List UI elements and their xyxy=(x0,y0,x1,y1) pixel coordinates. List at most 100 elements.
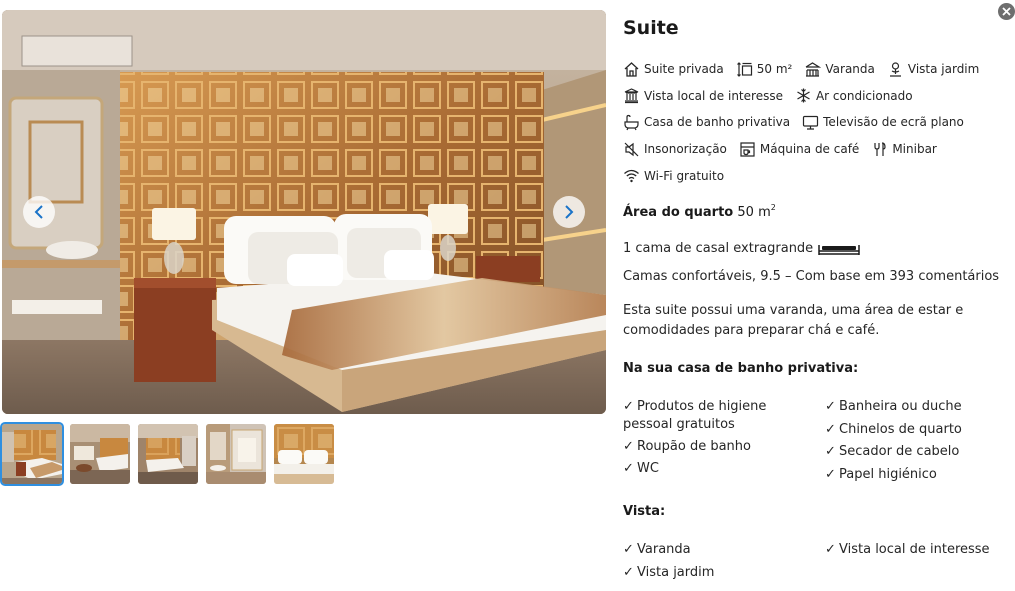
check-icon: ✓ xyxy=(623,461,634,476)
thumbnail-1[interactable] xyxy=(0,422,64,486)
bedroom-photo xyxy=(2,10,606,414)
bed-label: 1 cama de casal extragrande xyxy=(623,241,814,256)
facilities-row: Insonorização Máquina de café Minibar xyxy=(623,136,1003,163)
facility-item: Suite privada xyxy=(623,61,724,78)
bed-comfort-rating: Camas confortáveis, 9.5 – Com base em 39… xyxy=(623,269,1000,284)
check-icon: ✓ xyxy=(825,467,836,482)
size-icon xyxy=(736,61,752,77)
facility-label: Varanda xyxy=(825,62,875,77)
facility-item: Varanda xyxy=(804,61,875,78)
tv-icon xyxy=(803,115,819,130)
facility-item: Insonorização xyxy=(623,141,727,158)
landmark-icon xyxy=(624,88,639,104)
next-photo-button[interactable] xyxy=(553,196,585,228)
view-item-label: Vista local de interesse xyxy=(839,542,990,557)
check-icon: ✓ xyxy=(623,542,634,557)
facility-label: Minibar xyxy=(892,142,937,157)
house-icon xyxy=(624,61,639,77)
facility-label: Televisão de ecrã plano xyxy=(823,115,964,130)
facility-item: Ar condicionado xyxy=(795,87,913,104)
thumbnail-strip xyxy=(0,422,334,486)
chevron-right-icon xyxy=(565,205,574,219)
minibar-icon xyxy=(874,141,886,156)
double-bed-icon xyxy=(818,244,860,255)
thumbnail-wide-room-image xyxy=(138,424,198,484)
thumbnail-room-overview-image xyxy=(70,424,130,484)
thumbnail-3[interactable] xyxy=(138,424,198,484)
check-icon: ✓ xyxy=(623,565,634,580)
bed-info: 1 cama de casal extragrande xyxy=(623,241,860,256)
room-area-value: 50 m xyxy=(737,205,771,220)
main-room-photo[interactable] xyxy=(2,10,606,414)
room-description: Esta suite possui uma varanda, uma área … xyxy=(623,303,964,338)
bathroom-amenity-label: Roupão de banho xyxy=(637,439,751,454)
facility-item: Wi-Fi gratuito xyxy=(623,167,724,184)
room-area: Área do quarto 50 m2 xyxy=(623,203,776,220)
bathroom-amenity: ✓ Chinelos de quarto xyxy=(825,421,962,439)
facility-item: Minibar xyxy=(871,141,937,158)
check-icon: ✓ xyxy=(825,399,836,414)
view-item: ✓ Vista jardim xyxy=(623,564,714,582)
bathroom-amenity: ✓ Produtos de higiene pessoal gratuitos xyxy=(623,398,803,434)
bathroom-amenity: ✓ Banheira ou duche xyxy=(825,398,962,416)
coffee-machine-icon xyxy=(740,141,755,157)
bathroom-amenity-label: WC xyxy=(637,461,659,476)
bathroom-amenity-label: Chinelos de quarto xyxy=(839,422,962,437)
balcony-icon xyxy=(806,62,822,77)
close-button[interactable] xyxy=(998,3,1015,20)
facility-label: Ar condicionado xyxy=(815,88,913,103)
thumbnail-4[interactable] xyxy=(206,424,266,484)
facility-label: Vista local de interesse xyxy=(644,88,783,103)
thumbnail-bedroom-image xyxy=(2,424,62,484)
facility-item: Televisão de ecrã plano xyxy=(802,114,964,131)
bathroom-amenity-label: Papel higiénico xyxy=(839,467,937,482)
view-item-label: Vista jardim xyxy=(637,565,715,580)
bathroom-amenity: ✓ Roupão de banho xyxy=(623,438,751,456)
bathroom-amenity-label: Banheira ou duche xyxy=(839,399,962,414)
thumbnail-2[interactable] xyxy=(70,424,130,484)
photo-gallery xyxy=(0,10,606,486)
facilities-row: Wi-Fi gratuito xyxy=(623,162,1003,189)
room-title: Suite xyxy=(623,17,679,39)
facility-label: 50 m² xyxy=(756,62,793,77)
garden-icon xyxy=(889,62,901,77)
view-item-label: Varanda xyxy=(637,542,691,557)
snowflake-icon xyxy=(797,88,810,103)
facility-label: Vista jardim xyxy=(907,62,980,77)
check-icon: ✓ xyxy=(825,542,836,557)
bathroom-amenity-label: Secador de cabelo xyxy=(839,444,960,459)
bathroom-amenity: ✓ Secador de cabelo xyxy=(825,443,959,461)
close-icon xyxy=(1002,7,1011,16)
view-item: ✓ Vista local de interesse xyxy=(825,541,990,559)
bathroom-amenity: ✓ Papel higiénico xyxy=(825,466,937,484)
check-icon: ✓ xyxy=(825,444,836,459)
check-icon: ✓ xyxy=(825,422,836,437)
thumbnail-bed-closeup-image xyxy=(274,424,334,484)
facility-item: Vista jardim xyxy=(887,61,979,78)
room-area-label: Área do quarto xyxy=(623,205,734,220)
facility-item: Vista local de interesse xyxy=(623,87,783,104)
facility-label: Suite privada xyxy=(644,62,724,77)
facilities-row: Vista local de interesse Ar condicionado xyxy=(623,83,1003,110)
facility-label: Wi-Fi gratuito xyxy=(644,168,725,183)
check-icon: ✓ xyxy=(623,399,634,414)
facility-label: Casa de banho privativa xyxy=(644,115,791,130)
previous-photo-button[interactable] xyxy=(23,196,55,228)
wifi-icon xyxy=(624,170,639,183)
view-item: ✓ Varanda xyxy=(623,541,691,559)
soundproof-icon xyxy=(624,142,639,157)
chevron-left-icon xyxy=(34,205,43,219)
facility-label: Insonorização xyxy=(644,142,727,157)
room-area-unit-exponent: 2 xyxy=(770,203,776,212)
thumbnail-5[interactable] xyxy=(274,424,334,484)
facility-item: Casa de banho privativa xyxy=(623,114,790,131)
facilities-row: Suite privada 50 m² Varanda Vista jardim xyxy=(623,56,1003,83)
bathroom-amenity-label: Produtos de higiene pessoal gratuitos xyxy=(623,399,767,432)
facility-label: Máquina de café xyxy=(759,142,860,157)
bathroom-amenity: ✓ WC xyxy=(623,460,659,478)
bathroom-heading: Na sua casa de banho privativa: xyxy=(623,361,859,376)
thumbnail-bathroom-image xyxy=(206,424,266,484)
facility-item: 50 m² xyxy=(736,61,793,78)
facilities-list: Suite privada 50 m² Varanda Vista jardim… xyxy=(623,56,1003,189)
facility-item: Máquina de café xyxy=(739,141,859,158)
